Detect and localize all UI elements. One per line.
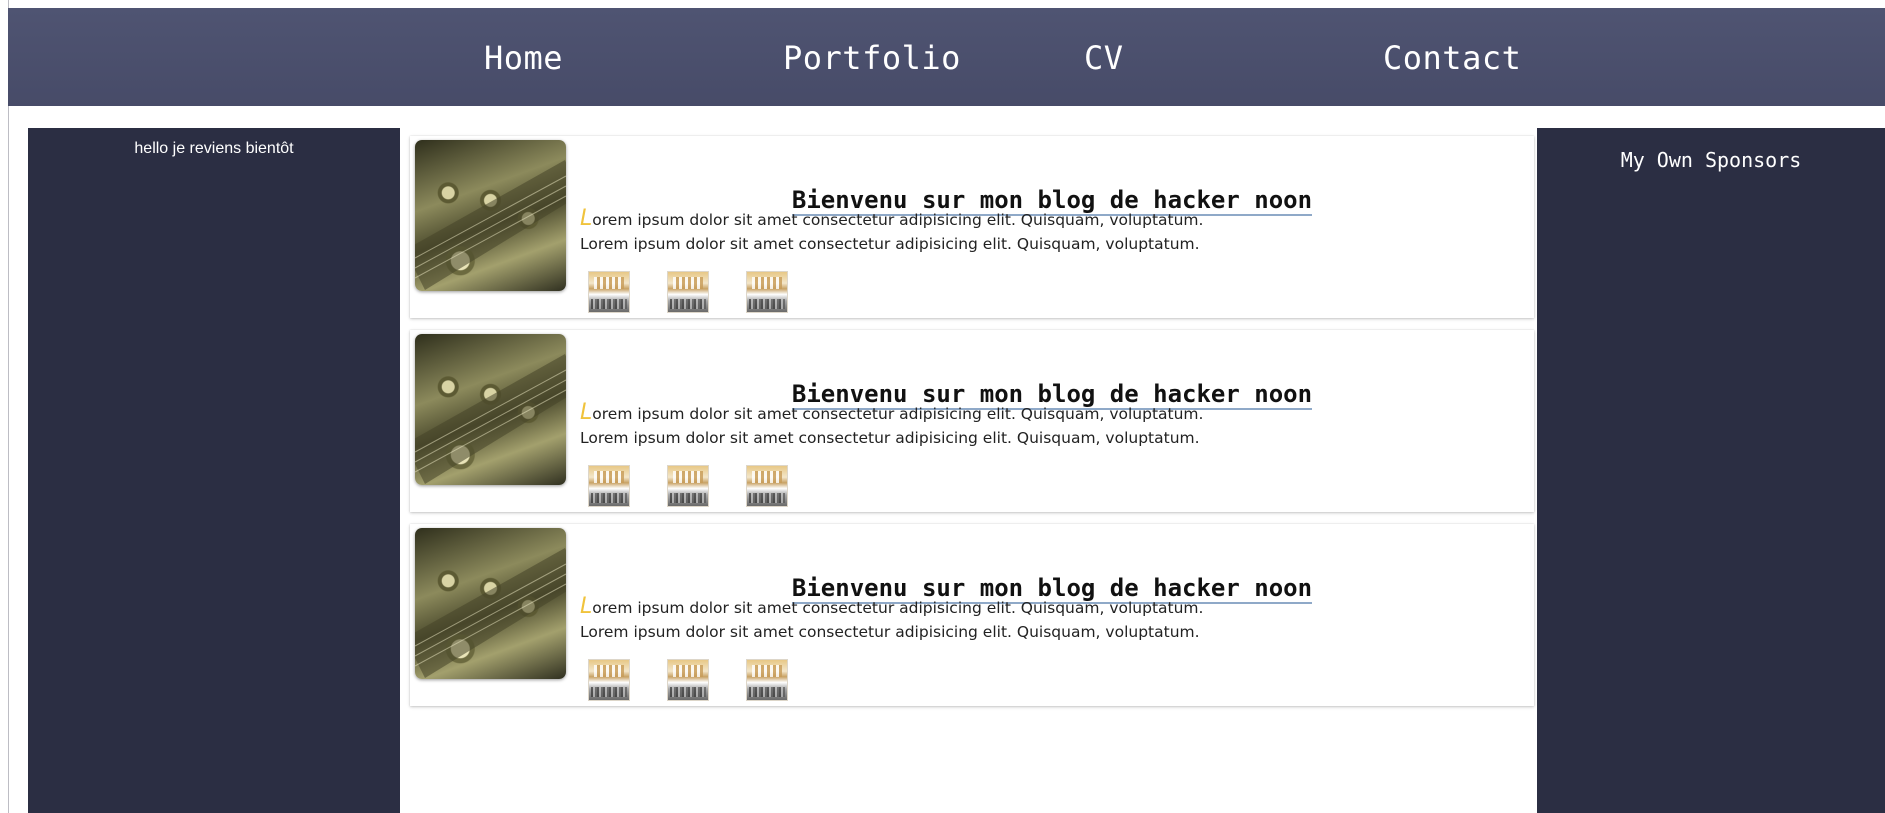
drop-cap: L — [580, 206, 593, 231]
guitar-headstock-image — [415, 528, 566, 679]
article-line-1: Lorem ipsum dolor sit amet consectetur a… — [580, 400, 1204, 425]
station-hall-thumbnail[interactable] — [668, 660, 708, 700]
article-body: Lorem ipsum dolor sit amet consectetur a… — [580, 596, 1203, 644]
top-navbar: Home Portfolio CV Contact — [8, 8, 1885, 106]
nav-link-portfolio[interactable]: Portfolio — [783, 42, 961, 74]
sponsors-sidebar: My Own Sponsors — [1537, 128, 1885, 813]
article-card: Bienvenu sur mon blog de hacker noon Lor… — [410, 330, 1534, 512]
nav-link-home[interactable]: Home — [484, 42, 563, 74]
article-line-1: Lorem ipsum dolor sit amet consectetur a… — [580, 594, 1204, 619]
station-hall-thumbnail[interactable] — [747, 466, 787, 506]
article-body: Lorem ipsum dolor sit amet consectetur a… — [580, 402, 1203, 450]
station-hall-thumbnail[interactable] — [747, 660, 787, 700]
article-line-2: Lorem ipsum dolor sit amet consectetur a… — [580, 235, 1200, 253]
left-sidebar: hello je reviens bientôt — [28, 128, 400, 813]
station-hall-thumbnail[interactable] — [668, 466, 708, 506]
drop-cap: L — [580, 400, 593, 425]
station-hall-thumbnail[interactable] — [589, 466, 629, 506]
nav-link-contact[interactable]: Contact — [1383, 42, 1521, 74]
station-hall-thumbnail[interactable] — [747, 272, 787, 312]
station-hall-thumbnail[interactable] — [589, 660, 629, 700]
sidebar-note: hello je reviens bientôt — [134, 140, 294, 157]
guitar-headstock-image — [415, 334, 566, 485]
article-list: Bienvenu sur mon blog de hacker noon Lor… — [410, 136, 1534, 718]
nav-link-cv[interactable]: CV — [1084, 42, 1124, 74]
guitar-headstock-image — [415, 140, 566, 291]
station-hall-thumbnail[interactable] — [589, 272, 629, 312]
article-body: Lorem ipsum dolor sit amet consectetur a… — [580, 208, 1203, 256]
article-card: Bienvenu sur mon blog de hacker noon Lor… — [410, 136, 1534, 318]
drop-cap: L — [580, 594, 593, 619]
station-hall-thumbnail[interactable] — [668, 272, 708, 312]
page-left-border — [0, 0, 9, 813]
sponsors-title: My Own Sponsors — [1620, 148, 1802, 172]
article-line-1: Lorem ipsum dolor sit amet consectetur a… — [580, 206, 1204, 231]
article-line-2: Lorem ipsum dolor sit amet consectetur a… — [580, 429, 1200, 447]
article-card: Bienvenu sur mon blog de hacker noon Lor… — [410, 524, 1534, 706]
article-line-2: Lorem ipsum dolor sit amet consectetur a… — [580, 623, 1200, 641]
